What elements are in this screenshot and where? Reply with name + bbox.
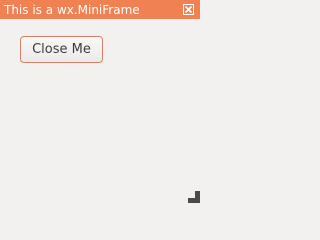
mini-frame-window: This is a wx.MiniFrame Close Me [0,0,200,203]
close-box-icon [184,5,193,14]
close-window-button[interactable] [183,4,194,15]
resize-grip-icon[interactable] [188,188,200,203]
window-title: This is a wx.MiniFrame [4,3,140,17]
close-me-button[interactable]: Close Me [20,36,103,63]
title-bar[interactable]: This is a wx.MiniFrame [0,0,200,19]
